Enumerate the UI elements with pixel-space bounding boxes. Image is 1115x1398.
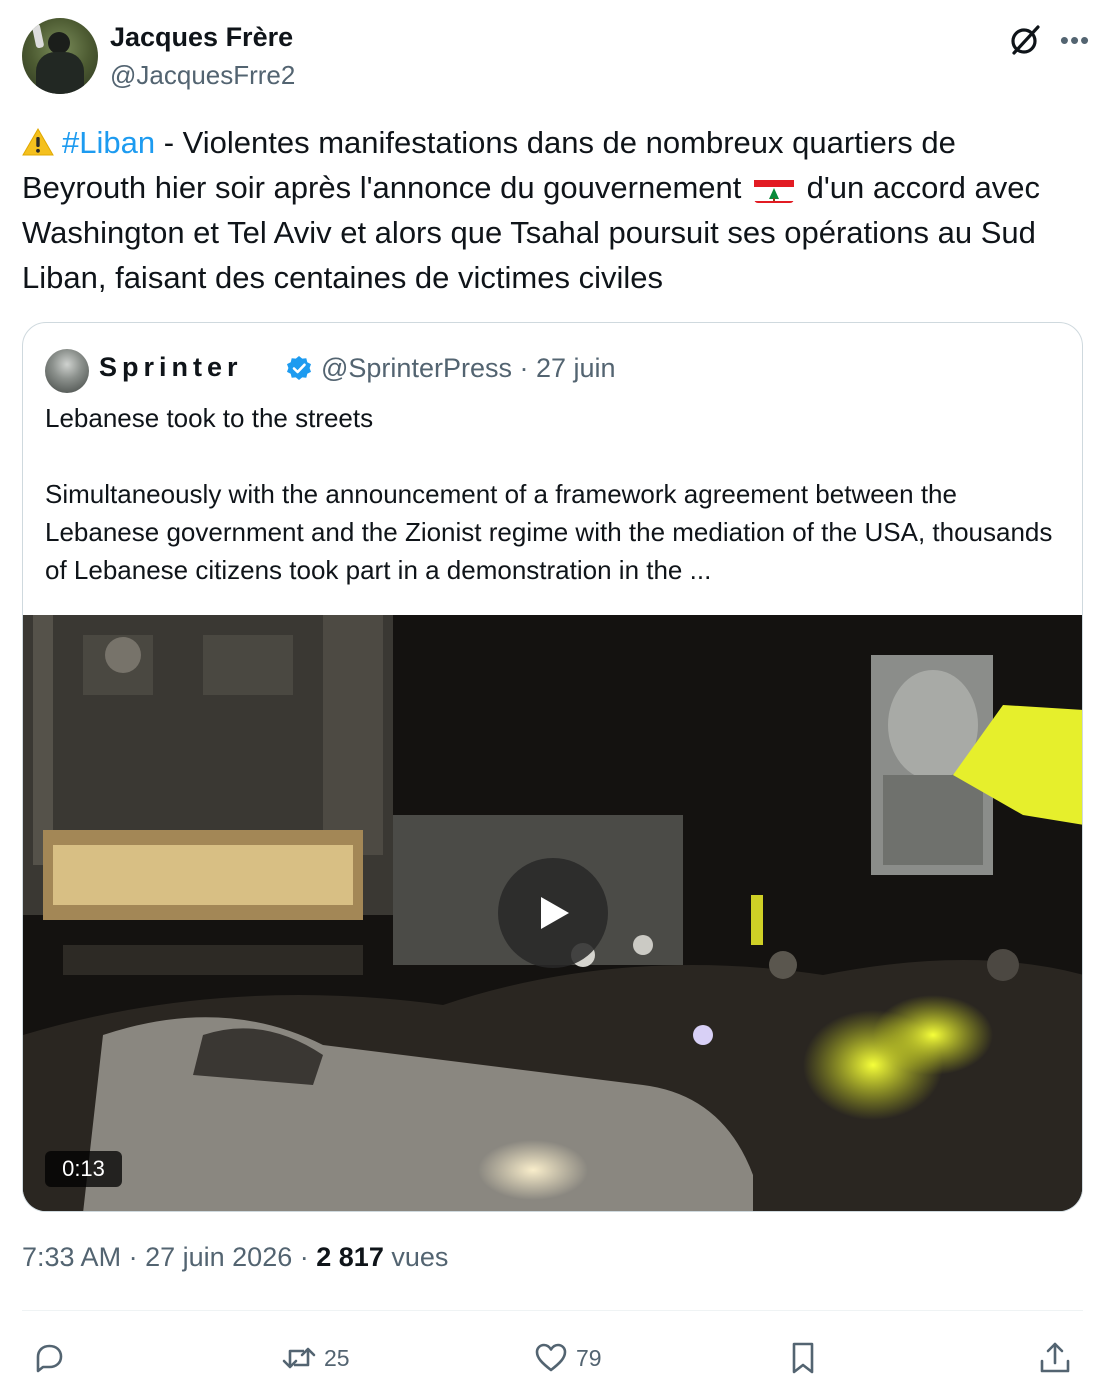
divider <box>22 1310 1083 1311</box>
heart-icon <box>535 1343 567 1372</box>
hashtag-link[interactable]: #Liban <box>62 125 155 160</box>
tweet-text: #Liban - Violentes manifestations dans d… <box>22 120 1082 300</box>
quoted-tweet-line1: Lebanese took to the streets <box>45 403 374 433</box>
quoted-tweet-header: Sprinter @SprinterPress · 27 juin <box>45 347 1045 393</box>
tweet-timestamp: 7:33 AM · 27 juin 2026 · 2 817 vues <box>22 1242 448 1273</box>
views-count: 2 817 <box>316 1242 384 1272</box>
separator-dot: · <box>128 1242 138 1272</box>
like-button[interactable]: 79 <box>532 1330 602 1386</box>
tweet-date[interactable]: 27 juin 2026 <box>145 1242 292 1272</box>
quoted-author-handle: @SprinterPress <box>321 353 512 383</box>
quoted-tweet[interactable]: Sprinter @SprinterPress · 27 juin Lebane… <box>22 322 1083 1212</box>
tweet-time[interactable]: 7:33 AM <box>22 1242 121 1272</box>
video-player[interactable]: 0:13 <box>23 615 1082 1211</box>
quoted-tweet-date: 27 juin <box>536 353 616 383</box>
retweet-count: 25 <box>324 1344 350 1371</box>
play-button[interactable] <box>498 858 608 968</box>
quoted-tweet-text: Lebanese took to the streets Simultaneou… <box>45 399 1055 627</box>
author-display-name[interactable]: Jacques Frère <box>110 22 293 53</box>
share-icon <box>1040 1342 1070 1373</box>
grok-icon[interactable] <box>1007 22 1043 58</box>
quoted-tweet-line2: Simultaneously with the announcement of … <box>45 479 1053 585</box>
warning-icon <box>22 124 54 156</box>
retweet-icon <box>282 1347 316 1369</box>
bookmark-icon <box>792 1342 814 1374</box>
video-duration: 0:13 <box>45 1151 122 1187</box>
separator-dot: · <box>519 353 529 383</box>
quoted-author-avatar <box>45 349 89 393</box>
views-label: vues <box>391 1242 449 1272</box>
bookmark-button[interactable] <box>784 1330 822 1386</box>
quoted-tweet-meta: @SprinterPress · 27 juin <box>321 353 616 384</box>
retweet-button[interactable]: 25 <box>280 1330 350 1386</box>
quoted-author-display-name: Sprinter <box>99 352 243 382</box>
reply-icon <box>36 1344 63 1373</box>
separator-dot: · <box>299 1242 309 1272</box>
action-bar: 25 79 <box>22 1330 1083 1386</box>
like-count: 79 <box>576 1344 602 1371</box>
more-options-icon[interactable]: ••• <box>1057 22 1093 58</box>
verified-badge-icon <box>285 355 313 383</box>
reply-button[interactable] <box>30 1330 74 1386</box>
author-handle[interactable]: @JacquesFrre2 <box>110 60 295 91</box>
lebanon-flag-icon <box>753 175 794 203</box>
tweet-header: Jacques Frère @JacquesFrre2 ••• <box>22 18 1093 96</box>
author-avatar[interactable] <box>22 18 98 94</box>
share-button[interactable] <box>1036 1330 1074 1386</box>
